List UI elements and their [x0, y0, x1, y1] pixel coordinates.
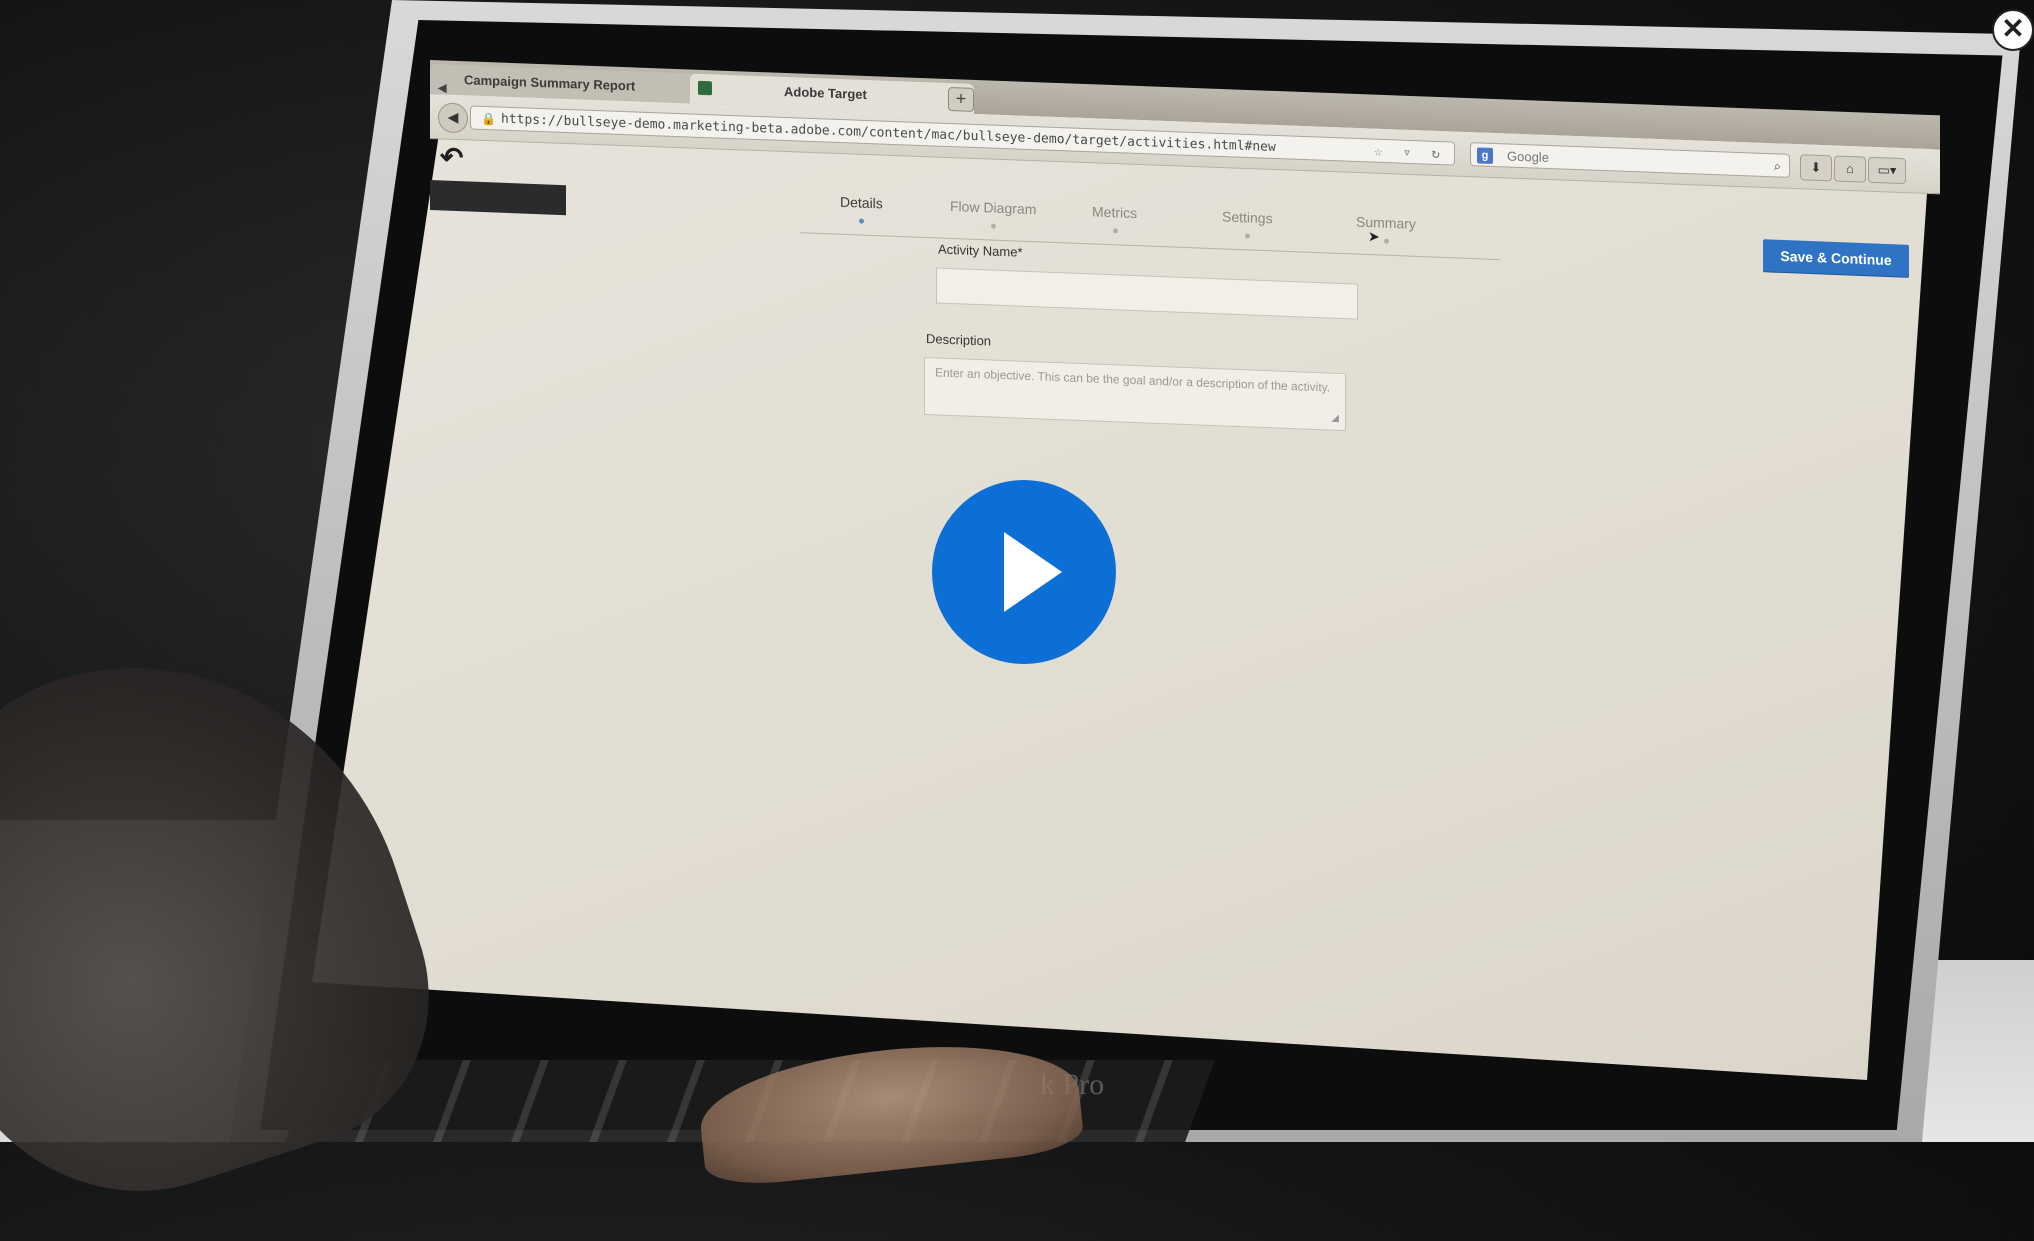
step-label: Settings — [1222, 208, 1273, 227]
lock-icon: 🔒 — [481, 111, 496, 127]
description-placeholder: Enter an objective. This can be the goal… — [935, 365, 1331, 395]
step-dot — [991, 223, 997, 229]
new-tab-button[interactable]: + — [948, 86, 974, 112]
step-metrics[interactable]: Metrics — [1092, 203, 1138, 234]
home-icon[interactable]: ⌂ — [1834, 155, 1866, 183]
search-placeholder: Google — [1507, 148, 1549, 166]
step-dot — [1383, 238, 1389, 244]
play-button[interactable] — [932, 480, 1116, 664]
dark-button[interactable] — [430, 180, 566, 216]
step-summary[interactable]: Summary — [1356, 213, 1416, 244]
step-label: Flow Diagram — [950, 197, 1037, 218]
step-flow-diagram[interactable]: Flow Diagram — [950, 197, 1037, 229]
tab-label: Campaign Summary Report — [464, 72, 636, 94]
resize-grip-icon[interactable]: ◢ — [1331, 411, 1339, 427]
bookmark-star-icon[interactable]: ☆ ▿ ↻ — [1374, 140, 1446, 167]
activity-name-label: Activity Name* — [938, 241, 1023, 260]
step-dot — [1245, 233, 1251, 239]
step-label: Metrics — [1092, 203, 1138, 222]
activity-name-input[interactable] — [936, 267, 1358, 320]
step-dot — [1112, 228, 1118, 234]
description-label: Description — [926, 331, 992, 349]
google-icon: g — [1477, 147, 1493, 164]
tab-label: Adobe Target — [784, 83, 867, 103]
search-icon[interactable]: ⌕ — [1774, 154, 1781, 178]
sidebar-menu-icon[interactable]: ▭▾ — [1868, 156, 1906, 185]
close-icon[interactable]: ✕ — [1992, 9, 2034, 51]
description-textarea[interactable]: Enter an objective. This can be the goal… — [924, 356, 1346, 432]
mouse-cursor-icon: ➤ — [1368, 228, 1380, 245]
step-dot — [859, 218, 865, 224]
search-input[interactable]: g Google ⌕ — [1470, 142, 1790, 178]
step-details[interactable]: Details — [840, 193, 883, 224]
activity-editor: ↶ Details Flow Diagram Metrics Settings … — [430, 141, 1940, 936]
adobe-target-favicon-icon — [698, 80, 712, 96]
step-label: Details — [840, 193, 883, 212]
back-arrow-icon[interactable]: ↶ — [440, 140, 463, 174]
step-label: Summary — [1356, 213, 1416, 232]
download-icon[interactable]: ⬇ — [1800, 154, 1832, 182]
step-settings[interactable]: Settings — [1222, 208, 1273, 239]
save-and-continue-button[interactable]: Save & Continue — [1763, 239, 1909, 277]
back-icon[interactable]: ◀ — [438, 102, 468, 134]
